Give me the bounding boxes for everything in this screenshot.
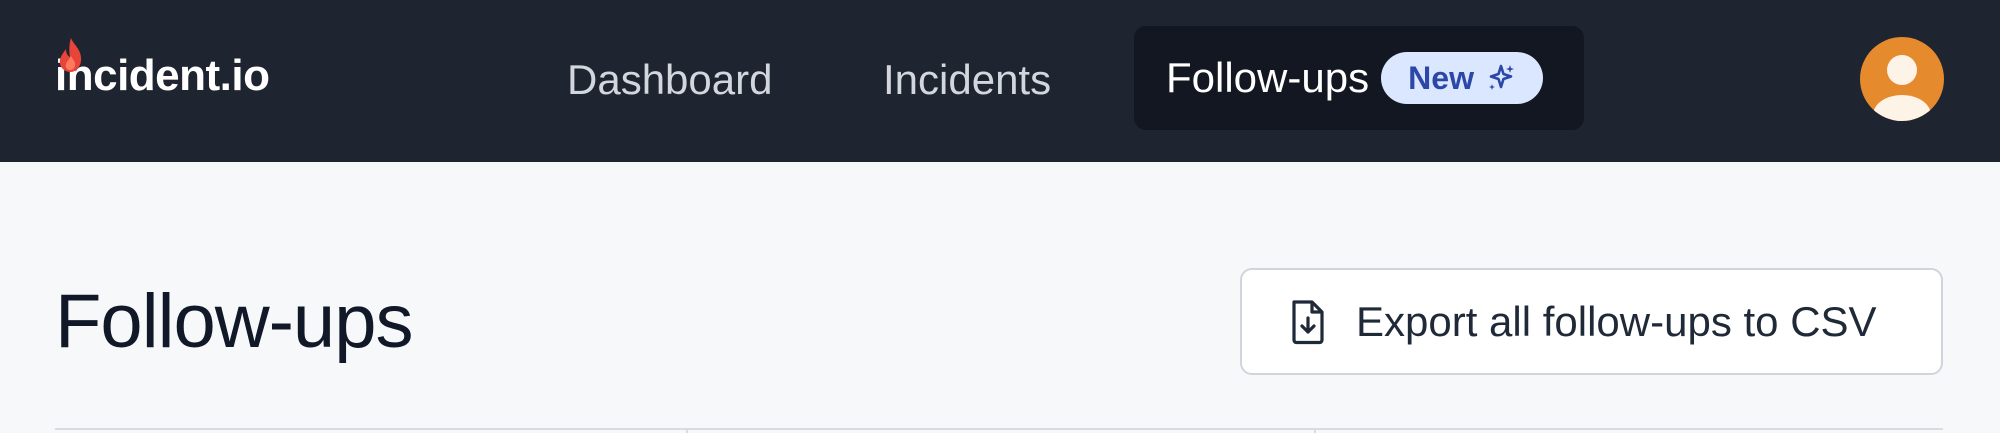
new-badge: New [1381,52,1544,104]
new-badge-label: New [1408,59,1474,96]
nav-followups-label: Follow-ups [1166,54,1370,101]
top-navigation-bar: incident.io Dashboard Incidents Follow-u… [0,0,2000,162]
nav-followups[interactable]: Follow-ups New [1134,26,1584,130]
sparkles-icon [1488,64,1514,90]
column-divider [1314,428,1316,433]
user-avatar[interactable] [1860,37,1944,121]
file-download-icon [1292,299,1324,344]
nav-dashboard[interactable]: Dashboard [567,56,772,104]
table-top-border [55,428,1943,433]
page-title: Follow-ups [55,279,413,364]
nav-incidents[interactable]: Incidents [883,56,1051,104]
user-avatar-icon [1873,55,1931,121]
export-csv-button[interactable]: Export all follow-ups to CSV [1240,268,1943,375]
export-csv-label: Export all follow-ups to CSV [1356,297,1877,345]
incident-io-logo[interactable]: incident.io [55,36,270,106]
flame-icon [59,38,82,72]
column-divider [686,428,688,433]
